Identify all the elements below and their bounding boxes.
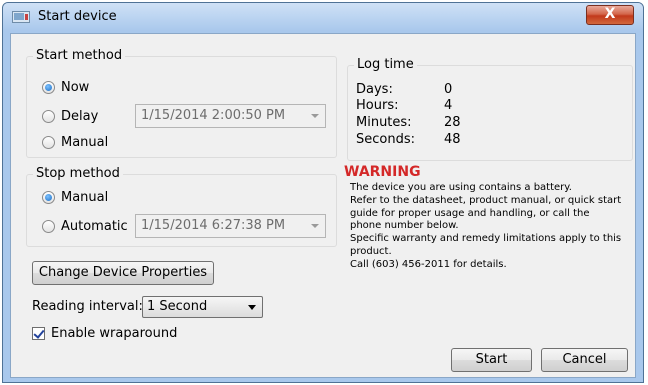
stop-method-title: Stop method [33,166,123,181]
warning-line: phone number below. [350,220,459,232]
dropdown-arrow-icon [311,224,319,228]
log-time-title: Log time [354,57,417,72]
seconds-value: 48 [444,132,461,147]
radio-unchecked-icon [42,110,55,123]
reading-interval-select[interactable]: 1 Second [142,296,263,318]
title-bar: Start device X [3,3,643,31]
checkbox-checked-icon [32,327,45,340]
automatic-datetime-picker[interactable]: 1/15/2014 6:27:38 PM [135,214,326,238]
dropdown-arrow-icon [248,305,256,310]
seconds-label: Seconds: [356,132,415,147]
enable-wraparound-label: Enable wraparound [51,326,178,341]
close-button[interactable]: X [586,5,634,25]
radio-checked-icon [42,81,55,94]
start-now-label: Now [61,80,90,95]
radio-unchecked-icon [42,136,55,149]
start-now-radio[interactable]: Now [42,80,89,95]
stop-manual-label: Manual [61,190,109,205]
hours-label: Hours: [356,98,399,113]
reading-interval-value: 1 Second [147,299,208,314]
enable-wraparound-checkbox[interactable]: Enable wraparound [32,326,177,341]
minutes-label: Minutes: [356,115,412,130]
start-button[interactable]: Start [451,348,532,372]
warning-text: The device you are using contains a batt… [350,182,635,272]
delay-datetime-picker[interactable]: 1/15/2014 2:00:50 PM [135,104,326,128]
warning-line: Call (603) 456-2011 for details. [350,258,507,270]
radio-checked-icon [42,191,55,204]
stop-manual-radio[interactable]: Manual [42,190,108,205]
stop-automatic-radio[interactable]: Automatic [42,219,128,234]
app-icon [12,11,30,23]
days-label: Days: [356,82,393,97]
start-delay-label: Delay [61,109,99,124]
warning-line: guide for proper usage and handling, or … [350,207,590,219]
warning-line: Refer to the datasheet, product manual, … [350,194,622,206]
minutes-value: 28 [444,115,461,130]
hours-value: 4 [444,98,453,113]
automatic-datetime-value: 1/15/2014 6:27:38 PM [141,218,286,233]
warning-title: WARNING [344,164,421,180]
warning-line: The device you are using contains a batt… [350,182,572,193]
change-device-properties-button[interactable]: Change Device Properties [32,261,214,285]
start-method-title: Start method [33,48,126,63]
warning-line: product. [350,245,392,257]
delay-datetime-value: 1/15/2014 2:00:50 PM [141,108,286,123]
stop-automatic-label: Automatic [61,219,128,234]
start-delay-radio[interactable]: Delay [42,109,98,124]
start-device-window: Start device X Start method Now Delay 1/… [2,2,644,383]
start-manual-label: Manual [61,135,109,150]
warning-line: Specific warranty and remedy limitations… [350,233,622,245]
cancel-button[interactable]: Cancel [541,348,628,372]
days-value: 0 [444,82,453,97]
window-title: Start device [38,9,117,24]
radio-unchecked-icon [42,220,55,233]
start-manual-radio[interactable]: Manual [42,135,108,150]
dialog-body: Start method Now Delay 1/15/2014 2:00:50… [10,33,636,378]
reading-interval-label: Reading interval: [32,299,143,314]
dropdown-arrow-icon [311,114,319,118]
